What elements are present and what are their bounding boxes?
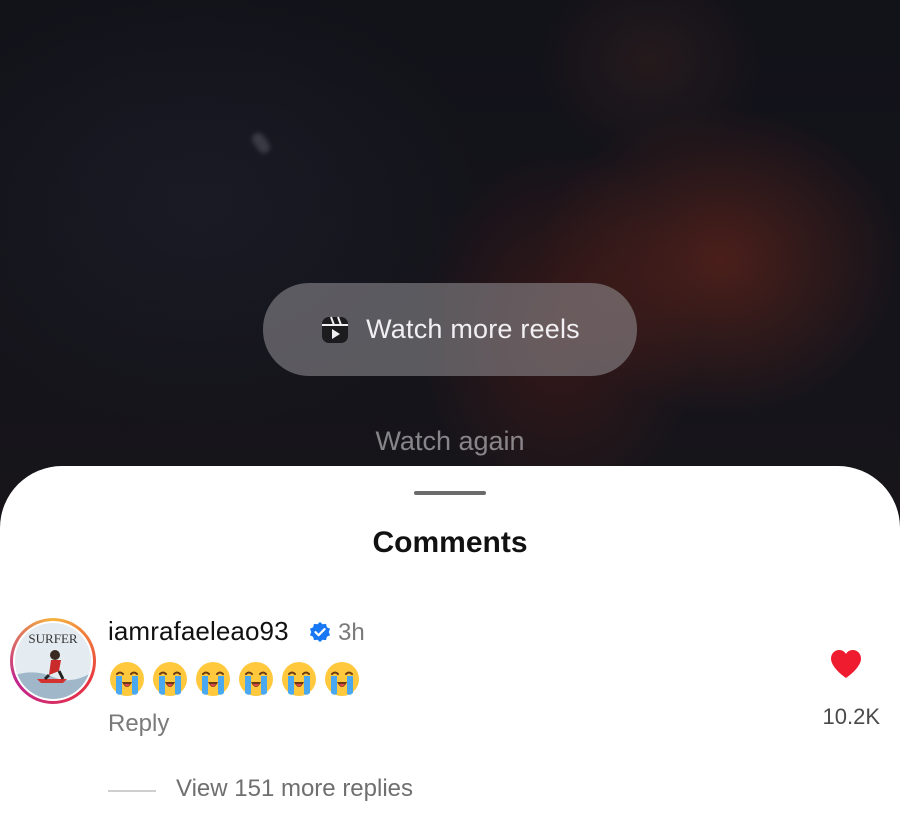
view-more-replies-button[interactable]: View 151 more replies [176, 775, 413, 803]
verified-badge-icon [310, 622, 330, 642]
watch-again-button[interactable]: Watch again [0, 426, 900, 457]
loudly-crying-face-emoji [153, 662, 187, 696]
sheet-drag-handle[interactable] [414, 491, 486, 495]
avatar: SURFER [15, 623, 91, 699]
reply-button[interactable]: Reply [108, 710, 169, 738]
avatar-image: SURFER [15, 623, 91, 699]
avatar-magazine-text: SURFER [28, 631, 77, 646]
heart-icon[interactable] [829, 648, 863, 680]
loudly-crying-face-emoji [196, 662, 230, 696]
watch-more-reels-button[interactable]: Watch more reels [263, 283, 637, 376]
like-count: 10.2K [822, 704, 881, 729]
comment-text [108, 660, 361, 698]
comment-username[interactable]: iamrafaeleao93 [108, 616, 289, 647]
avatar-border: SURFER [13, 621, 93, 701]
replies-divider [108, 790, 156, 792]
comment-timestamp: 3h [338, 619, 365, 646]
reels-icon [322, 316, 349, 343]
comments-sheet: Comments SURFER iamrafaeleao93 3h Reply … [0, 466, 900, 839]
reel-screen: Watch more reels Watch again Comments SU… [0, 0, 900, 839]
video-frame-detail [249, 130, 273, 156]
watch-more-reels-label: Watch more reels [366, 314, 580, 344]
comments-title: Comments [372, 526, 528, 559]
loudly-crying-face-emoji [110, 662, 144, 696]
loudly-crying-face-emoji [325, 662, 359, 696]
loudly-crying-face-emoji [239, 662, 273, 696]
avatar-story-ring[interactable]: SURFER [10, 618, 96, 704]
loudly-crying-face-emoji [282, 662, 316, 696]
